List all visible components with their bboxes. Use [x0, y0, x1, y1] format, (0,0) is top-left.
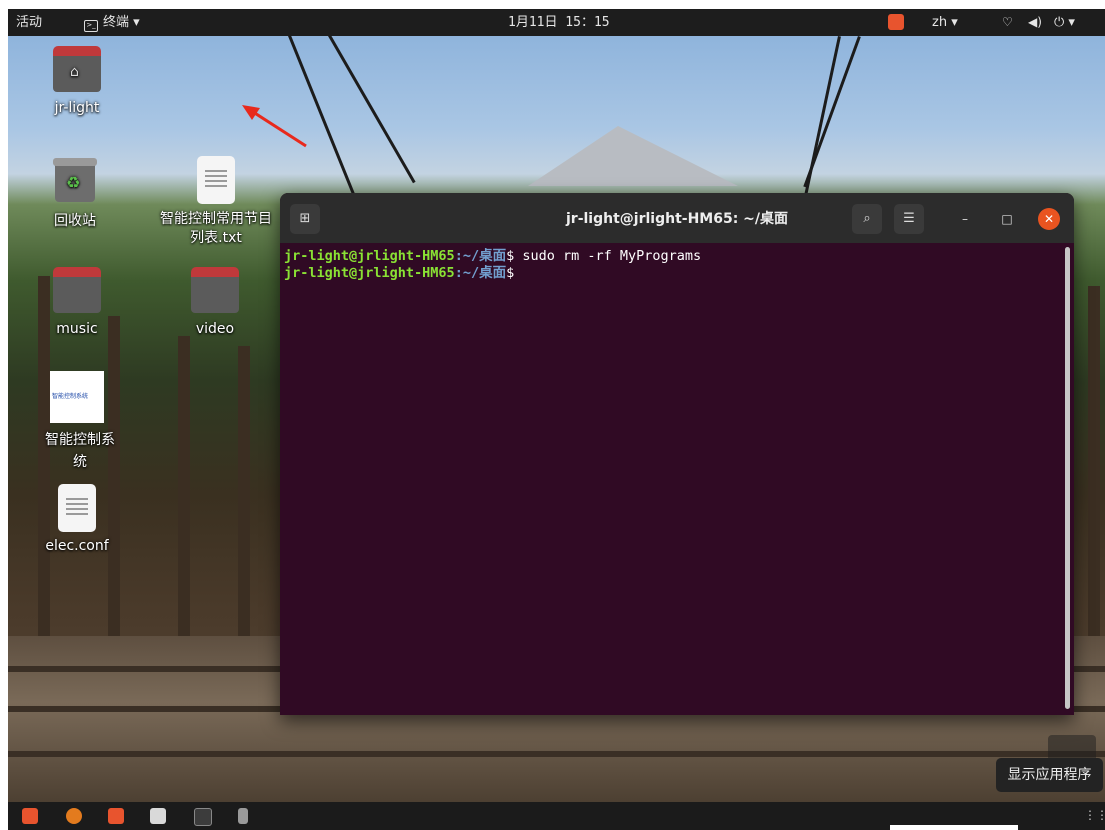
crop-edge [890, 825, 1018, 830]
terminal-scrollbar[interactable] [1065, 247, 1070, 709]
folder-icon [53, 267, 101, 313]
top-bar: 活动 >_ 终端 ▾ 1月11日 15：15 zh ▾ ♡ ◀) ⏻ ▾ [8, 9, 1105, 36]
wallpaper-mountain [528, 126, 738, 186]
document-lines [205, 170, 227, 188]
clock[interactable]: 1月11日 15：15 [508, 9, 610, 36]
terminal-line: jr-light@jrlight-HM65:~/桌面$ sudo rm -rf … [284, 248, 1064, 265]
volume-icon[interactable]: ◀) [1028, 9, 1042, 36]
app-logo-thumbnail: 智能控制系统 [50, 371, 104, 423]
input-method-icon[interactable] [888, 14, 904, 30]
terminal-output[interactable]: jr-light@jrlight-HM65:~/桌面$ sudo rm -rf … [284, 248, 1064, 282]
language-selector[interactable]: zh ▾ [932, 9, 958, 36]
app-menu-label: 终端 ▾ [103, 15, 140, 30]
folder-icon: ⌂ [53, 46, 101, 92]
home-folder-label: jr-light [54, 100, 100, 116]
wallpaper-plank [8, 751, 1105, 757]
config-document-icon [58, 484, 96, 532]
terminal-icon: >_ [84, 20, 98, 32]
terminal-icon[interactable] [194, 808, 212, 826]
conf-file-icon[interactable]: elec.conf [42, 484, 112, 554]
home-folder-icon[interactable]: ⌂ jr-light [42, 46, 112, 116]
show-apps-tooltip: 显示应用程序 [996, 758, 1103, 792]
activities-button[interactable]: 活动 [16, 9, 42, 36]
close-button[interactable]: ✕ [1038, 208, 1060, 230]
crop-strip [0, 0, 1105, 9]
minimize-button[interactable]: – [954, 208, 976, 230]
app-icon[interactable] [22, 808, 38, 824]
prompt-user: jr-light@jrlight-HM65 [284, 248, 455, 264]
conf-file-label: elec.conf [45, 538, 109, 554]
menu-button[interactable]: ☰ [894, 204, 924, 234]
wallpaper-rail [178, 336, 190, 676]
power-menu[interactable]: ⏻ ▾ [1054, 9, 1075, 36]
search-button[interactable]: ⌕ [852, 204, 882, 234]
txt-file-icon[interactable]: 智能控制常用节目列表.txt [156, 156, 276, 248]
prompt-path: :~/桌面 [454, 265, 507, 281]
app-menu[interactable]: >_ 终端 ▾ [84, 9, 140, 36]
video-folder-label: video [195, 321, 235, 337]
prompt-path: :~/桌面 [454, 248, 507, 264]
music-folder-icon[interactable]: music [42, 267, 112, 337]
video-folder-icon[interactable]: video [180, 267, 250, 337]
trash-icon[interactable]: ♻ 回收站 [40, 158, 110, 230]
terminal-headerbar[interactable]: ⊞ jr-light@jrlight-HM65: ~/桌面 ⌕ ☰ – □ ✕ [280, 193, 1074, 243]
app-logo-text: 智能控制系统 [52, 393, 89, 400]
usb-drive-icon[interactable] [238, 808, 248, 824]
terminal-window[interactable]: ⊞ jr-light@jrlight-HM65: ~/桌面 ⌕ ☰ – □ ✕ … [280, 193, 1074, 715]
show-apps-grid-icon[interactable]: ⋮⋮ [1084, 808, 1105, 822]
files-icon[interactable] [150, 808, 166, 824]
txt-file-label: 智能控制常用节目列表.txt [160, 211, 272, 246]
command-text: $ sudo rm -rf MyPrograms [506, 248, 702, 264]
firefox-icon[interactable] [66, 808, 82, 824]
wallpaper-rail [238, 346, 250, 646]
document-lines [66, 498, 88, 516]
wallpaper-cable [802, 36, 841, 203]
annotation-arrow [242, 105, 307, 148]
text-document-icon [197, 156, 235, 204]
recycle-bin-icon: ♻ [53, 158, 97, 202]
app-launcher-label: 智能控制系统 [45, 432, 115, 470]
trash-label: 回收站 [54, 213, 96, 229]
prompt-user: jr-light@jrlight-HM65 [284, 265, 455, 281]
terminal-line: jr-light@jrlight-HM65:~/桌面$ [284, 265, 1064, 282]
folder-icon [191, 267, 239, 313]
network-icon[interactable]: ♡ [1002, 9, 1013, 36]
app-launcher-icon[interactable]: 智能控制系统 智能控制系统 [42, 371, 132, 473]
music-folder-label: music [56, 321, 98, 337]
maximize-button[interactable]: □ [996, 208, 1018, 230]
app-icon[interactable] [108, 808, 124, 824]
recycle-icon: ♻ [66, 173, 81, 192]
command-text: $ [506, 265, 515, 281]
home-icon: ⌂ [70, 64, 79, 80]
